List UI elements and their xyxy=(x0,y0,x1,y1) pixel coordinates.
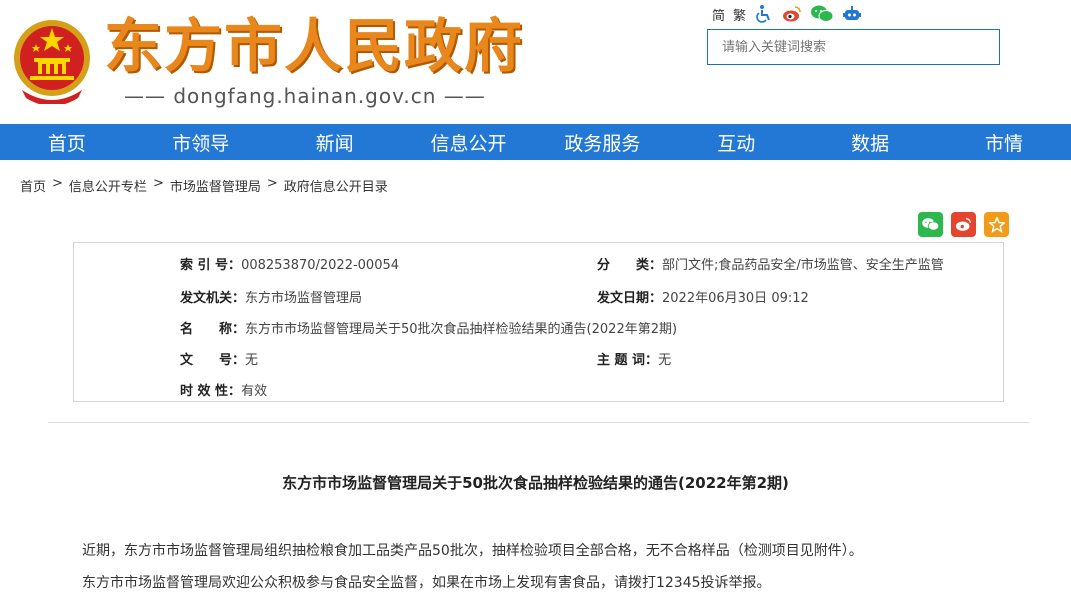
accessibility-icon[interactable] xyxy=(754,4,774,24)
weibo-icon xyxy=(955,217,971,231)
nav-government-services[interactable]: 政务服务 xyxy=(536,124,670,160)
main-nav: 首页 市领导 新闻 信息公开 政务服务 互动 数据 市情 xyxy=(0,124,1071,160)
wechat-icon xyxy=(922,218,940,231)
breadcrumb-separator: > xyxy=(52,176,63,191)
national-emblem-icon xyxy=(14,20,90,104)
robot-icon[interactable] xyxy=(842,4,862,24)
breadcrumb-info-catalog[interactable]: 政府信息公开目录 xyxy=(284,176,388,195)
meta-date: 发文日期：2022年06月30日 09:12 xyxy=(597,287,809,306)
share-weibo-button[interactable] xyxy=(951,212,976,237)
traditional-chinese-button[interactable]: 繁 xyxy=(733,5,746,24)
search-input[interactable] xyxy=(708,30,999,64)
header-tools: 简 繁 xyxy=(712,4,862,24)
meta-issuer: 发文机关：东方市场监督管理局 xyxy=(180,287,362,306)
meta-category-value: 部门文件;食品药品安全/市场监管、安全生产监管 xyxy=(662,258,944,273)
nav-data[interactable]: 数据 xyxy=(803,124,937,160)
meta-category-label: 分 类： xyxy=(597,258,663,273)
share-favorite-button[interactable] xyxy=(984,212,1009,237)
nav-city-info[interactable]: 市情 xyxy=(937,124,1071,160)
meta-docno: 文 号：无 xyxy=(180,349,258,368)
nav-info-disclosure[interactable]: 信息公开 xyxy=(402,124,536,160)
meta-issuer-value: 东方市场监督管理局 xyxy=(245,291,363,306)
site-header: 东方市人民政府 —— dongfang.hainan.gov.cn —— 简 繁 xyxy=(0,0,1071,124)
meta-category: 分 类：部门文件;食品药品安全/市场监管、安全生产监管 xyxy=(597,254,944,273)
weibo-icon[interactable] xyxy=(782,4,802,24)
meta-docno-value: 无 xyxy=(245,353,259,368)
search-box xyxy=(707,29,1000,65)
meta-issuer-label: 发文机关： xyxy=(180,291,246,306)
share-wechat-button[interactable] xyxy=(918,212,943,237)
nav-home[interactable]: 首页 xyxy=(0,124,134,160)
breadcrumb: 首页 > 信息公开专栏 > 市场监督管理局 > 政府信息公开目录 xyxy=(20,176,388,195)
meta-subject-value: 无 xyxy=(658,353,672,368)
wechat-icon[interactable] xyxy=(810,4,834,24)
meta-name-label: 名 称： xyxy=(180,322,246,337)
content-divider xyxy=(48,422,1029,423)
document-metadata: 索 引 号：008253870/2022-00054 分 类：部门文件;食品药品… xyxy=(73,242,1004,402)
meta-date-label: 发文日期： xyxy=(597,291,663,306)
nav-news[interactable]: 新闻 xyxy=(268,124,402,160)
meta-subject: 主 题 词：无 xyxy=(597,349,671,368)
meta-date-value: 2022年06月30日 09:12 xyxy=(662,291,809,306)
breadcrumb-separator: > xyxy=(152,176,164,191)
simplified-chinese-button[interactable]: 简 xyxy=(712,5,725,24)
meta-validity-value: 有效 xyxy=(241,384,268,399)
meta-name-value: 东方市市场监督管理局关于50批次食品抽样检验结果的通告(2022年第2期) xyxy=(245,322,678,337)
breadcrumb-info-column[interactable]: 信息公开专栏 xyxy=(69,176,147,195)
meta-validity-label: 时 效 性： xyxy=(180,384,242,399)
meta-index: 索 引 号：008253870/2022-00054 xyxy=(180,254,399,273)
meta-index-label: 索 引 号： xyxy=(180,258,242,273)
meta-validity: 时 效 性：有效 xyxy=(180,380,267,399)
star-icon xyxy=(988,216,1005,233)
meta-name: 名 称：东方市市场监督管理局关于50批次食品抽样检验结果的通告(2022年第2期… xyxy=(180,318,677,337)
share-bar xyxy=(918,212,1009,237)
article-paragraph: 东方市市场监督管理局欢迎公众积极参与食品安全监督，如果在市场上发现有害食品，请拨… xyxy=(82,575,771,591)
meta-docno-label: 文 号： xyxy=(180,353,246,368)
nav-interaction[interactable]: 互动 xyxy=(669,124,803,160)
article-paragraph: 近期，东方市市场监督管理局组织抽检粮食加工品类产品50批次，抽样检验项目全部合格… xyxy=(82,543,863,559)
meta-subject-label: 主 题 词： xyxy=(597,353,659,368)
nav-leaders[interactable]: 市领导 xyxy=(134,124,268,160)
article-title: 东方市市场监督管理局关于50批次食品抽样检验结果的通告(2022年第2期) xyxy=(282,474,789,492)
breadcrumb-home[interactable]: 首页 xyxy=(20,176,46,195)
breadcrumb-separator: > xyxy=(266,176,278,191)
site-domain: —— dongfang.hainan.gov.cn —— xyxy=(124,84,486,108)
meta-index-value: 008253870/2022-00054 xyxy=(241,258,400,273)
site-title: 东方市人民政府 xyxy=(104,12,525,80)
breadcrumb-market-bureau[interactable]: 市场监督管理局 xyxy=(170,176,261,195)
